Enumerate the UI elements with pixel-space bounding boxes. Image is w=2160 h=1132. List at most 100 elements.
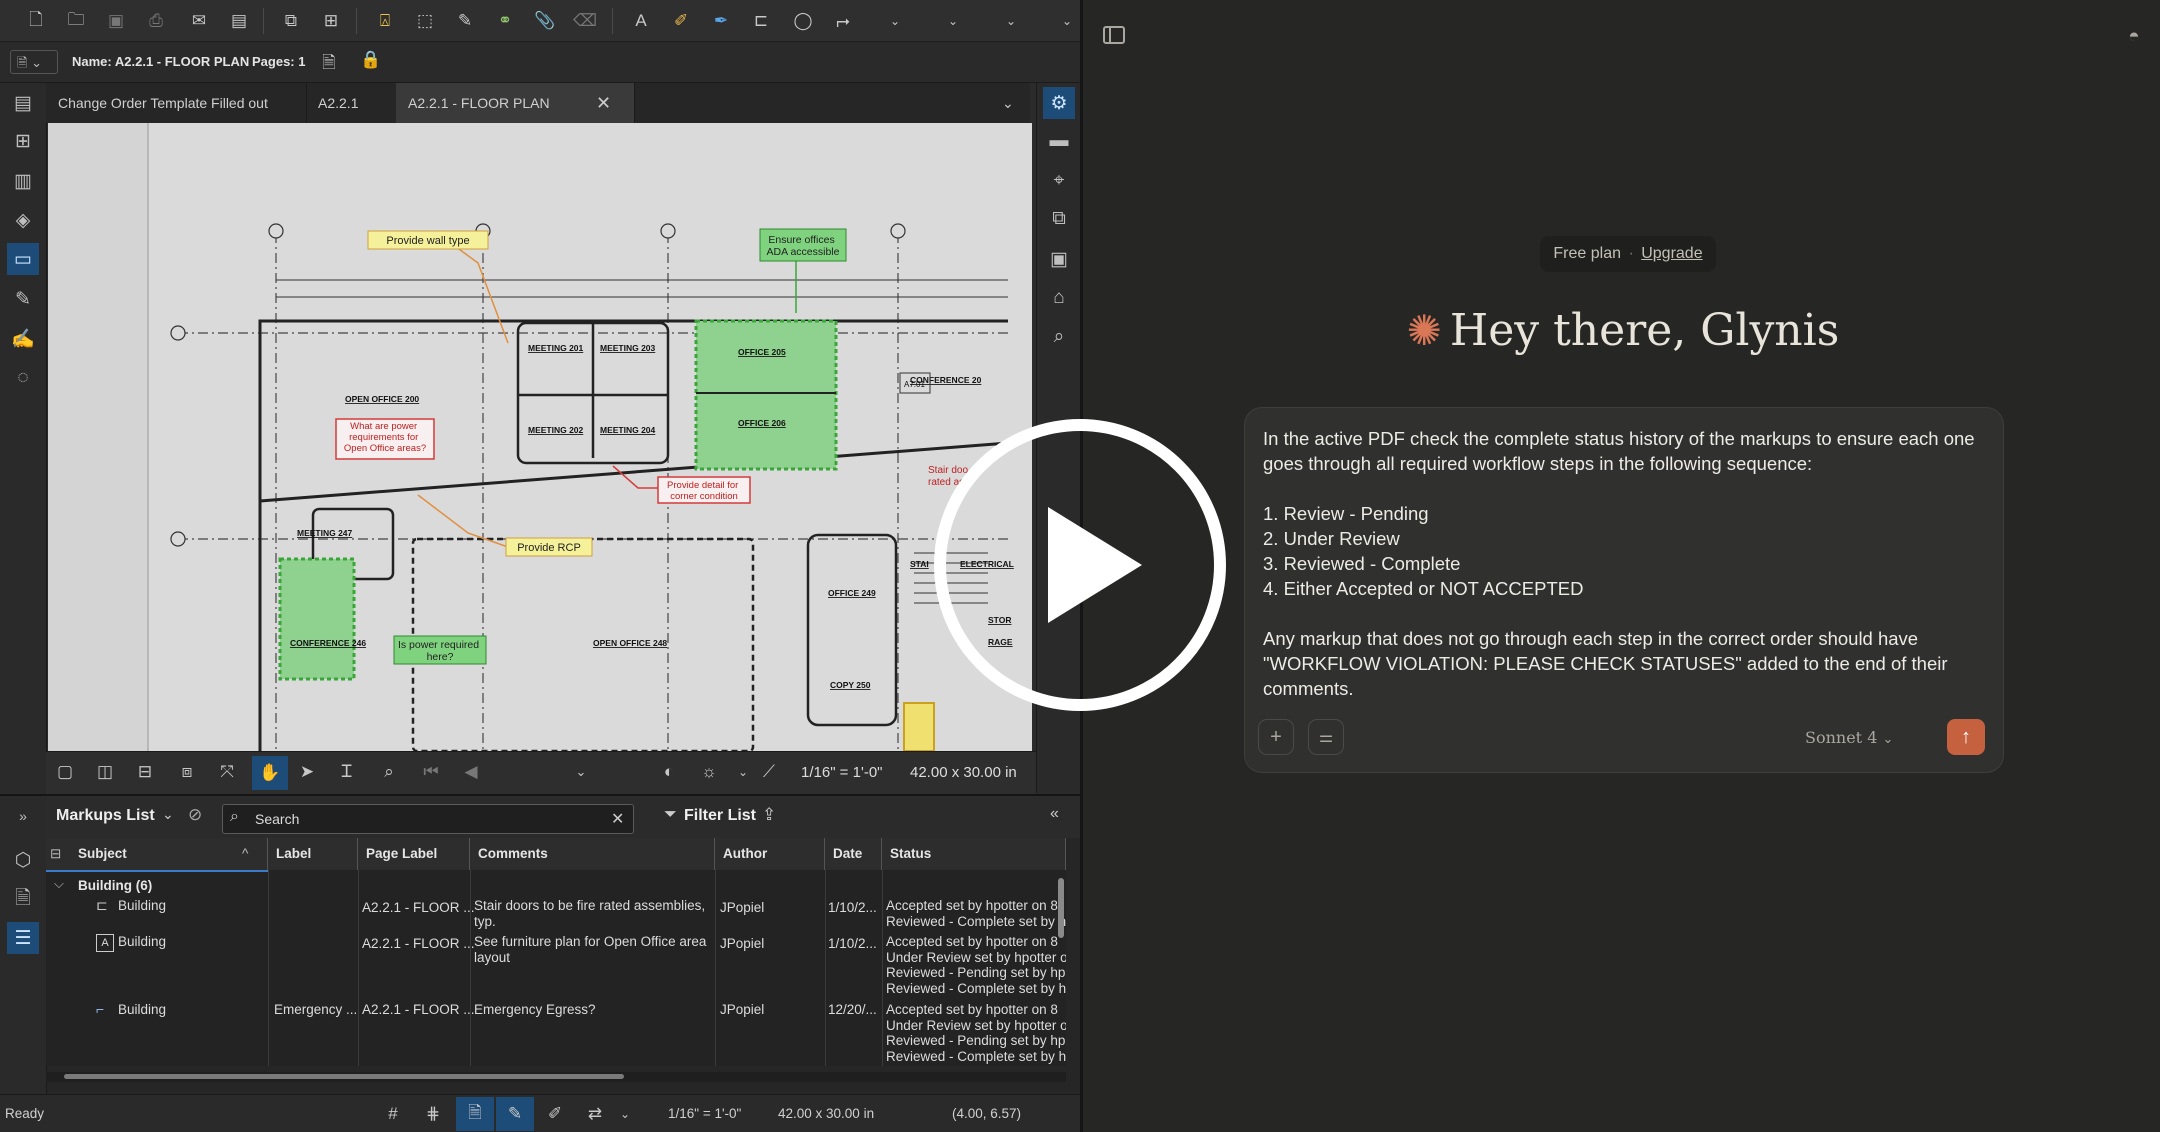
table-row[interactable]: ⊏ Building A2.2.1 - FLOOR ... Stair door… bbox=[92, 898, 1066, 932]
properties-icon[interactable]: ✎ bbox=[7, 283, 39, 315]
signatures-icon[interactable]: ✍ bbox=[7, 323, 39, 355]
page-chevron-down-icon[interactable]: ⌄ bbox=[568, 759, 594, 785]
sets-icon[interactable]: ▣ bbox=[1043, 243, 1075, 275]
zoom-icon[interactable]: ⌕ bbox=[376, 759, 402, 785]
markups-list-title[interactable]: Markups List bbox=[56, 807, 155, 825]
reuse-markups-icon[interactable]: ✐ bbox=[542, 1101, 568, 1127]
fit-page-icon[interactable]: ⤧ bbox=[214, 759, 240, 785]
vertical-scrollbar[interactable] bbox=[1058, 878, 1064, 938]
table-row[interactable]: ⌐ Building Emergency ... A2.2.1 - FLOOR … bbox=[92, 1002, 1066, 1066]
studio-icon[interactable]: ◌ bbox=[7, 362, 39, 394]
settings-gear-icon[interactable]: ⚙ bbox=[1043, 87, 1075, 119]
chevron-down-icon[interactable]: ⌄ bbox=[1054, 8, 1080, 34]
tab-change-order[interactable]: Change Order Template Filled out bbox=[46, 83, 307, 123]
table-row[interactable]: A Building A2.2.1 - FLOOR ... See furnit… bbox=[92, 934, 1066, 1000]
horizontal-scrollbar[interactable] bbox=[46, 1072, 1066, 1082]
search-input[interactable]: ⌕ Search ✕ bbox=[222, 804, 634, 834]
tabs-overflow-chevron-icon[interactable]: ⌄ bbox=[1002, 83, 1014, 123]
layers-icon[interactable]: ◈ bbox=[7, 204, 39, 236]
group-building[interactable]: Building (6) bbox=[78, 878, 152, 894]
markups-title-chevron-icon[interactable]: ⌄ bbox=[162, 806, 174, 823]
filter-list-button[interactable]: Filter List bbox=[684, 807, 756, 825]
lock-icon[interactable]: 🔒 bbox=[358, 50, 384, 76]
page-layout-icon[interactable]: ▤ bbox=[226, 8, 252, 34]
split-vertical-icon[interactable]: ◫ bbox=[92, 759, 118, 785]
incognito-icon[interactable]: ◓ bbox=[2123, 26, 2145, 48]
column-header-subject[interactable]: ⊟ Subject ^ bbox=[46, 838, 268, 870]
single-page-icon[interactable]: ▢ bbox=[52, 759, 78, 785]
clear-search-icon[interactable]: ✕ bbox=[611, 809, 624, 829]
select-area-icon[interactable]: ⬚ bbox=[412, 8, 438, 34]
location-pin-icon[interactable]: ⌖ bbox=[1043, 165, 1075, 197]
tag-icon[interactable]: ⌂ bbox=[1043, 282, 1075, 314]
view-scale[interactable]: 1/16" = 1'-0" bbox=[801, 764, 882, 781]
link-icon[interactable]: ⚭ bbox=[492, 8, 518, 34]
pen-icon[interactable]: ✒ bbox=[708, 8, 734, 34]
column-header-author[interactable]: Author bbox=[715, 838, 825, 870]
upgrade-link[interactable]: Upgrade bbox=[1641, 245, 1702, 262]
close-tab-icon[interactable]: ✕ bbox=[596, 83, 611, 123]
expand-panel-icon[interactable]: » bbox=[7, 800, 39, 832]
send-button[interactable]: ↑ bbox=[1947, 719, 1985, 755]
sidebar-toggle-icon[interactable] bbox=[1103, 26, 1125, 44]
split-horizontal-icon[interactable]: ⊟ bbox=[132, 759, 158, 785]
chevron-down-icon[interactable]: ⌄ bbox=[882, 8, 908, 34]
attachment-icon[interactable]: 📎 bbox=[532, 8, 558, 34]
tools-settings-icon[interactable]: ⚌ bbox=[1308, 719, 1344, 755]
email-icon[interactable]: ✉ bbox=[186, 8, 212, 34]
new-document-icon[interactable]: 🗋 bbox=[23, 8, 49, 34]
filter-icon[interactable]: ⏷ bbox=[664, 806, 677, 824]
column-header-page-label[interactable]: Page Label bbox=[358, 838, 470, 870]
collapse-panel-icon[interactable]: « bbox=[1050, 805, 1059, 823]
insert-pages-icon[interactable]: ⊞ bbox=[318, 8, 344, 34]
sync-chevron-icon[interactable]: ⌄ bbox=[612, 1101, 638, 1127]
cloud-icon[interactable]: ◯ bbox=[790, 8, 816, 34]
snap-to-content-icon[interactable]: 🗎 bbox=[456, 1097, 494, 1131]
brightness-icon[interactable]: ☼ bbox=[696, 759, 722, 785]
column-header-date[interactable]: Date bbox=[825, 838, 882, 870]
grid-icon[interactable]: # bbox=[380, 1101, 406, 1127]
select-text-icon[interactable]: Ꮖ bbox=[334, 759, 360, 785]
contrast-icon[interactable]: ◐ bbox=[656, 759, 682, 785]
collapse-all-icon[interactable]: ⊟ bbox=[50, 838, 61, 870]
thumbnails-icon[interactable]: ▤ bbox=[7, 87, 39, 119]
open-folder-icon[interactable]: 🗀 bbox=[63, 8, 89, 34]
markups-list-icon[interactable]: ☰ bbox=[7, 922, 39, 954]
markup-report-icon[interactable]: 🗎 bbox=[7, 884, 39, 916]
bookmarks-icon[interactable]: ▥ bbox=[7, 165, 39, 197]
snap-to-markup-icon[interactable]: ✎ bbox=[496, 1097, 534, 1131]
split-document-icon[interactable]: ⧉ bbox=[278, 8, 304, 34]
sync-view-icon[interactable]: ⧈ bbox=[174, 759, 200, 785]
3d-box-icon[interactable]: ⬡ bbox=[7, 844, 39, 876]
first-page-icon[interactable]: ⏮ bbox=[418, 759, 444, 785]
toolchest-icon[interactable]: ▭ bbox=[7, 243, 39, 275]
column-header-label[interactable]: Label bbox=[268, 838, 358, 870]
calibrate-icon[interactable]: ⟋ bbox=[756, 759, 782, 785]
hide-markups-icon[interactable]: ⊘ bbox=[188, 805, 202, 825]
drawing-canvas[interactable]: Provide wall type Ensure offices ADA acc… bbox=[48, 123, 1032, 751]
highlight-icon[interactable]: ✐ bbox=[668, 8, 694, 34]
previous-page-icon[interactable]: ◀ bbox=[458, 759, 484, 785]
text-box-icon[interactable]: A bbox=[628, 8, 654, 34]
grid-view-icon[interactable]: ⊞ bbox=[7, 125, 39, 157]
stamp-icon[interactable]: ⍓ bbox=[372, 8, 398, 34]
select-pointer-icon[interactable]: ➤ bbox=[294, 759, 320, 785]
measurements-icon[interactable]: ▬ bbox=[1043, 125, 1075, 157]
document-properties-icon[interactable]: 🗎 bbox=[316, 50, 342, 76]
tab-a2-2-1-floor-plan[interactable]: A2.2.1 - FLOOR PLAN ✕ bbox=[396, 83, 635, 123]
document-menu-button[interactable]: 🗎 ⌄ bbox=[10, 50, 58, 74]
model-selector[interactable]: Sonnet 4 ⌄ bbox=[1805, 728, 1893, 747]
erase-icon[interactable]: ⌫ bbox=[572, 8, 598, 34]
scrollbar-thumb[interactable] bbox=[64, 1074, 624, 1079]
tab-a2-2-1[interactable]: A2.2.1 bbox=[306, 83, 407, 123]
snap-to-grid-icon[interactable]: ⋕ bbox=[420, 1101, 446, 1127]
group-expand-chevron-icon[interactable]: ⌵ bbox=[54, 876, 64, 892]
brightness-chevron-icon[interactable]: ⌄ bbox=[730, 759, 756, 785]
sync-icon[interactable]: ⇄ bbox=[582, 1101, 608, 1127]
arrow-icon[interactable]: ⮣ bbox=[830, 8, 856, 34]
export-icon[interactable]: ⇪ bbox=[762, 805, 776, 825]
save-icon[interactable]: ▣ bbox=[103, 8, 129, 34]
search-icon[interactable]: ⌕ bbox=[1043, 321, 1075, 353]
video-play-icon[interactable] bbox=[930, 415, 1230, 715]
chat-composer[interactable]: In the active PDF check the complete sta… bbox=[1244, 407, 2004, 773]
